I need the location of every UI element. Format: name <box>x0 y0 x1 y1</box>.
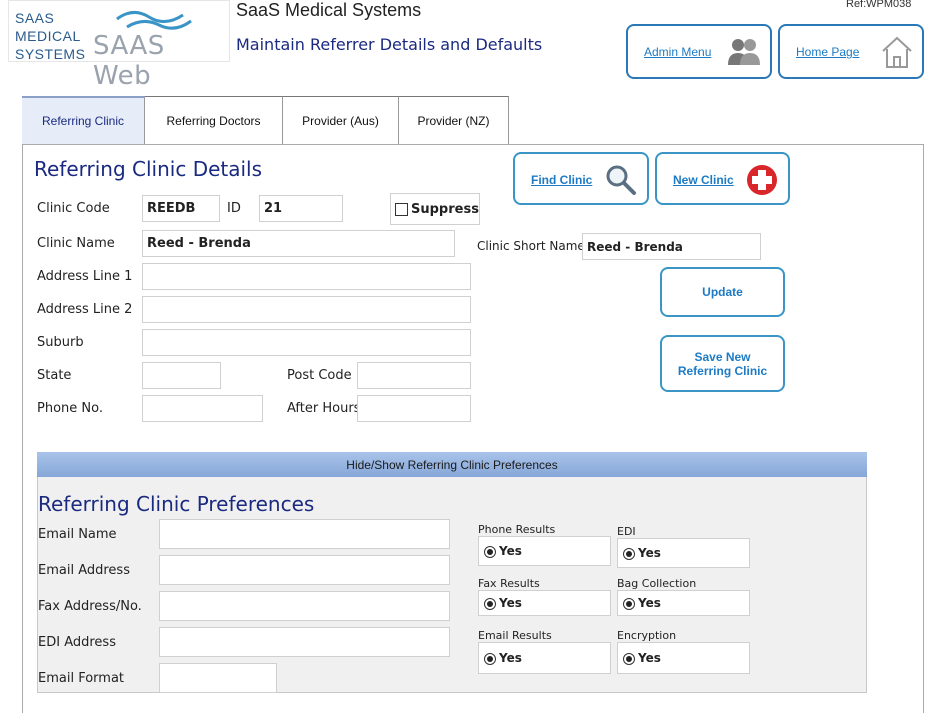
find-clinic-label: Find Clinic <box>531 173 593 187</box>
id-label: ID <box>227 201 241 216</box>
find-clinic-button[interactable]: Find Clinic <box>513 152 649 205</box>
phone-results-group: Yes <box>478 536 611 566</box>
home-page-label: Home Page <box>796 45 860 59</box>
home-icon <box>882 36 912 68</box>
id-field[interactable]: 21 <box>259 195 343 222</box>
admin-users-icon <box>728 39 760 65</box>
new-clinic-button[interactable]: New Clinic <box>655 152 790 205</box>
afterhours-field[interactable] <box>357 395 471 422</box>
email-results-label: Email Results <box>478 629 552 642</box>
email-results-radio[interactable] <box>484 653 496 665</box>
fax-results-label: Fax Results <box>478 577 540 590</box>
address1-field[interactable] <box>142 263 471 290</box>
logo-small-text: SAAS MEDICAL SYSTEMS <box>15 10 86 62</box>
clinic-code-field[interactable]: REEDB <box>142 195 220 222</box>
fax-results-value: Yes <box>499 596 522 610</box>
tab-referring-clinic[interactable]: Referring Clinic <box>22 96 145 144</box>
phone-results-radio[interactable] <box>484 546 496 558</box>
admin-menu-button[interactable]: Admin Menu <box>626 24 772 79</box>
details-title: Referring Clinic Details <box>34 157 263 181</box>
preferences-toggle-bar[interactable]: Hide/Show Referring Clinic Preferences <box>37 452 867 477</box>
new-clinic-label: New Clinic <box>673 173 734 187</box>
update-label: Update <box>702 285 743 299</box>
clinic-code-label: Clinic Code <box>37 201 110 216</box>
page-title: Maintain Referrer Details and Defaults <box>236 35 543 54</box>
admin-menu-label: Admin Menu <box>644 45 712 59</box>
encryption-group: Yes <box>617 642 750 674</box>
edi-radio[interactable] <box>623 548 635 560</box>
suburb-field[interactable] <box>142 329 471 356</box>
edi-label: EDI <box>617 525 636 538</box>
suppress-checkbox-area[interactable]: Suppress <box>390 193 480 225</box>
edi-address-field[interactable] <box>159 627 450 657</box>
medical-cross-icon <box>747 165 777 195</box>
email-name-label: Email Name <box>38 527 117 542</box>
email-address-field[interactable] <box>159 555 450 585</box>
logo-big-text: SAAS Web <box>93 31 165 91</box>
ref-code: Ref:WPM038 <box>846 0 912 10</box>
logo-wave-icon <box>116 11 192 30</box>
postcode-label: Post Code <box>287 368 352 383</box>
clinic-short-name-label: Clinic Short Name <box>477 239 585 253</box>
afterhours-label: After Hours <box>287 401 361 416</box>
tab-referring-doctors[interactable]: Referring Doctors <box>145 96 283 144</box>
edi-value: Yes <box>638 546 661 560</box>
bag-collection-label: Bag Collection <box>617 577 697 590</box>
encryption-label: Encryption <box>617 629 677 642</box>
search-icon <box>606 165 636 195</box>
address2-label: Address Line 2 <box>37 302 133 317</box>
logo: SAAS MEDICAL SYSTEMS SAAS Web <box>8 0 230 91</box>
bag-collection-value: Yes <box>638 596 661 610</box>
bag-collection-radio[interactable] <box>623 598 635 610</box>
tab-label: Referring Clinic <box>41 114 125 128</box>
tab-label: Provider (NZ) <box>417 113 490 128</box>
encryption-value: Yes <box>638 651 661 665</box>
suppress-checkbox[interactable] <box>395 203 408 216</box>
save-new-label-line2: Referring Clinic <box>677 364 768 378</box>
suppress-label: Suppress <box>411 202 479 217</box>
postcode-field[interactable] <box>357 362 471 389</box>
bag-collection-group: Yes <box>617 590 750 616</box>
preferences-toggle-label: Hide/Show Referring Clinic Preferences <box>346 457 558 472</box>
clinic-name-label: Clinic Name <box>37 236 115 251</box>
email-name-field[interactable] <box>159 519 450 549</box>
app-title: SaaS Medical Systems <box>236 0 422 20</box>
clinic-short-name-field[interactable]: Reed - Brenda <box>582 233 761 260</box>
suburb-label: Suburb <box>37 335 84 350</box>
email-results-group: Yes <box>478 642 611 674</box>
address2-field[interactable] <box>142 296 471 323</box>
home-page-button[interactable]: Home Page <box>778 24 924 79</box>
edi-group: Yes <box>617 538 750 568</box>
address1-label: Address Line 1 <box>37 269 133 284</box>
update-button[interactable]: Update <box>660 267 785 317</box>
email-address-label: Email Address <box>38 563 130 578</box>
tab-label: Referring Doctors <box>166 113 261 128</box>
email-format-label: Email Format <box>38 671 125 686</box>
email-results-value: Yes <box>499 651 522 665</box>
clinic-name-field[interactable]: Reed - Brenda <box>142 230 455 257</box>
fax-results-radio[interactable] <box>484 598 496 610</box>
tab-provider-aus[interactable]: Provider (Aus) <box>283 96 399 144</box>
state-label: State <box>37 368 72 383</box>
phone-label: Phone No. <box>37 401 103 416</box>
preferences-title: Referring Clinic Preferences <box>38 492 315 516</box>
phone-results-value: Yes <box>499 544 522 558</box>
email-format-field[interactable] <box>159 663 277 693</box>
save-new-label-line1: Save New <box>694 350 751 364</box>
tab-label: Provider (Aus) <box>302 113 379 128</box>
fax-results-group: Yes <box>478 590 611 616</box>
fax-label: Fax Address/No. <box>38 599 142 614</box>
state-field[interactable] <box>142 362 221 389</box>
phone-field[interactable] <box>142 395 263 422</box>
phone-results-label: Phone Results <box>478 523 556 536</box>
edi-address-label: EDI Address <box>38 635 116 650</box>
save-new-referring-clinic-button[interactable]: Save New Referring Clinic <box>660 335 785 392</box>
tab-provider-nz[interactable]: Provider (NZ) <box>399 96 509 144</box>
fax-field[interactable] <box>159 591 450 621</box>
encryption-radio[interactable] <box>623 653 635 665</box>
